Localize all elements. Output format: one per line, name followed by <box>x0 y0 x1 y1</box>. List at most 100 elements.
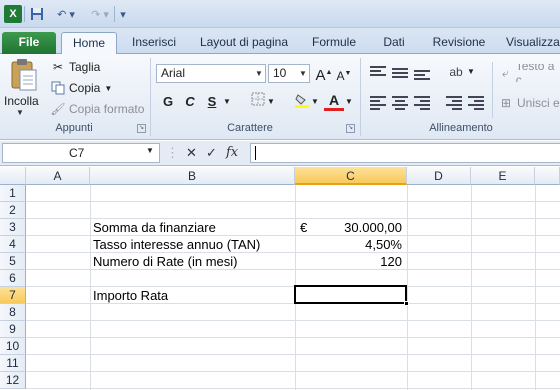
shrink-font-button[interactable]: A▼ <box>334 64 354 84</box>
tab-home[interactable]: Home <box>61 32 117 55</box>
merge-icon: ⊞ <box>500 96 512 110</box>
orientation-icon[interactable]: ab <box>446 62 466 82</box>
row-header[interactable]: 4 <box>0 236 26 253</box>
cell-b7[interactable]: Importo Rata <box>93 287 168 304</box>
copy-button[interactable]: Copia ▼ <box>50 79 112 97</box>
active-cell-c7[interactable] <box>294 285 407 304</box>
dialog-launcher-icon[interactable]: ↘ <box>346 124 355 133</box>
row-header[interactable]: 8 <box>0 304 26 321</box>
chevron-down-icon[interactable]: ▼ <box>253 65 265 82</box>
copy-label: Copia <box>69 81 101 95</box>
borders-icon[interactable] <box>248 92 268 112</box>
ribbon-tabs: File Home Inserisci Layout di pagina For… <box>0 28 560 55</box>
separator <box>24 6 25 22</box>
align-top-icon[interactable] <box>370 64 386 78</box>
align-center-icon[interactable] <box>392 94 408 110</box>
column-header-b[interactable]: B <box>90 167 295 185</box>
row-header[interactable]: 5 <box>0 253 26 270</box>
chevron-down-icon[interactable]: ▼ <box>344 92 354 112</box>
tab-formulas[interactable]: Formule <box>308 32 360 54</box>
chevron-down-icon[interactable]: ▼ <box>146 146 154 155</box>
chevron-down-icon[interactable]: ▼ <box>266 92 276 112</box>
cell-b5[interactable]: Numero di Rate (in mesi) <box>93 253 238 270</box>
row-header[interactable]: 3 <box>0 219 26 236</box>
row-header[interactable]: 1 <box>0 185 26 202</box>
row-header[interactable]: 2 <box>0 202 26 219</box>
tab-file[interactable]: File <box>2 32 56 54</box>
column-header-f[interactable] <box>535 167 560 185</box>
undo-icon[interactable]: ↶ ▾ <box>52 5 80 23</box>
save-icon[interactable] <box>28 5 46 23</box>
dialog-launcher-icon[interactable]: ↘ <box>137 124 146 133</box>
wrap-text-icon: ⤶ <box>502 65 509 80</box>
ribbon: Incolla ▼ ✂ Taglia Copia ▼ 🖌 Copia forma… <box>0 54 560 140</box>
chevron-down-icon[interactable]: ▼ <box>16 108 24 117</box>
font-color-button[interactable]: A <box>324 91 344 111</box>
text-cursor <box>255 146 256 160</box>
underline-button[interactable]: S <box>202 92 222 112</box>
align-right-icon[interactable] <box>414 94 430 110</box>
format-painter-label: Copia formato <box>69 102 145 116</box>
row-header[interactable]: 6 <box>0 270 26 287</box>
tab-insert[interactable]: Inserisci <box>128 32 180 54</box>
align-middle-icon[interactable] <box>392 66 408 80</box>
column-header-c[interactable]: C <box>295 167 407 185</box>
cut-button[interactable]: ✂ Taglia <box>50 58 100 76</box>
cell-b4[interactable]: Tasso interesse annuo (TAN) <box>93 236 260 253</box>
tab-data[interactable]: Dati <box>376 32 412 54</box>
formula-bar: C7 ▼ ⋮ ✕ ✓ fx <box>0 141 560 166</box>
cell-c5[interactable]: 120 <box>296 253 402 270</box>
column-header-e[interactable]: E <box>471 167 535 185</box>
cell-c4[interactable]: 4,50% <box>296 236 402 253</box>
bold-button[interactable]: G <box>158 92 178 112</box>
fill-color-icon[interactable] <box>292 92 312 112</box>
align-left-icon[interactable] <box>370 94 386 110</box>
row-header[interactable]: 7 <box>0 287 26 304</box>
wrap-text-button[interactable]: ⤶ Testo a c <box>498 64 560 82</box>
chevron-down-icon[interactable]: ▼ <box>310 92 320 112</box>
column-header-a[interactable]: A <box>26 167 90 185</box>
row-header[interactable]: 11 <box>0 355 26 372</box>
column-header-d[interactable]: D <box>407 167 471 185</box>
italic-button[interactable]: C <box>180 92 200 112</box>
tab-review[interactable]: Revisione <box>428 32 490 54</box>
gridline <box>26 371 560 372</box>
enter-icon[interactable]: ✓ <box>206 144 217 162</box>
cancel-icon[interactable]: ✕ <box>186 144 197 162</box>
insert-function-icon[interactable]: fx <box>226 144 238 162</box>
paste-icon[interactable] <box>10 58 38 92</box>
excel-logo-icon[interactable]: X <box>4 5 22 23</box>
group-label-font: Carattere <box>227 122 273 134</box>
row-header[interactable]: 10 <box>0 338 26 355</box>
formula-input[interactable] <box>250 143 560 163</box>
chevron-down-icon[interactable]: ▼ <box>222 92 232 112</box>
font-size-select[interactable]: 10 ▼ <box>268 64 310 83</box>
font-name-value: Arial <box>161 66 186 80</box>
name-box[interactable]: C7 <box>2 143 160 163</box>
chevron-down-icon[interactable]: ▼ <box>104 84 112 93</box>
gridline <box>26 337 560 338</box>
row-header[interactable]: 9 <box>0 321 26 338</box>
cut-label: Taglia <box>69 60 101 74</box>
tab-page-layout[interactable]: Layout di pagina <box>196 32 292 54</box>
chevron-down-icon[interactable]: ▼ <box>297 65 309 82</box>
tab-view[interactable]: Visualizza <box>506 32 560 54</box>
gridline <box>26 354 560 355</box>
row-header[interactable]: 12 <box>0 372 26 389</box>
merge-center-button[interactable]: ⊞ Unisci e <box>498 94 560 112</box>
decrease-indent-icon[interactable] <box>446 94 462 110</box>
format-painter-button[interactable]: 🖌 Copia formato <box>50 100 144 118</box>
cell-b3[interactable]: Somma da finanziare <box>93 219 216 236</box>
select-all-corner[interactable] <box>0 167 26 185</box>
paste-button[interactable]: Incolla <box>4 94 39 108</box>
redo-icon[interactable]: ↷ ▾ <box>86 5 114 23</box>
font-name-select[interactable]: Arial ▼ <box>156 64 266 83</box>
scissors-icon: ✂ <box>52 60 64 74</box>
customize-toolbar-icon[interactable]: ▾ <box>118 5 128 23</box>
fill-handle[interactable] <box>404 301 409 306</box>
grow-font-button[interactable]: A▲ <box>314 63 334 84</box>
cell-c3[interactable]: 30.000,00 <box>296 219 402 236</box>
chevron-down-icon[interactable]: ▼ <box>466 62 476 82</box>
increase-indent-icon[interactable] <box>468 94 484 110</box>
align-bottom-icon[interactable] <box>414 68 430 82</box>
